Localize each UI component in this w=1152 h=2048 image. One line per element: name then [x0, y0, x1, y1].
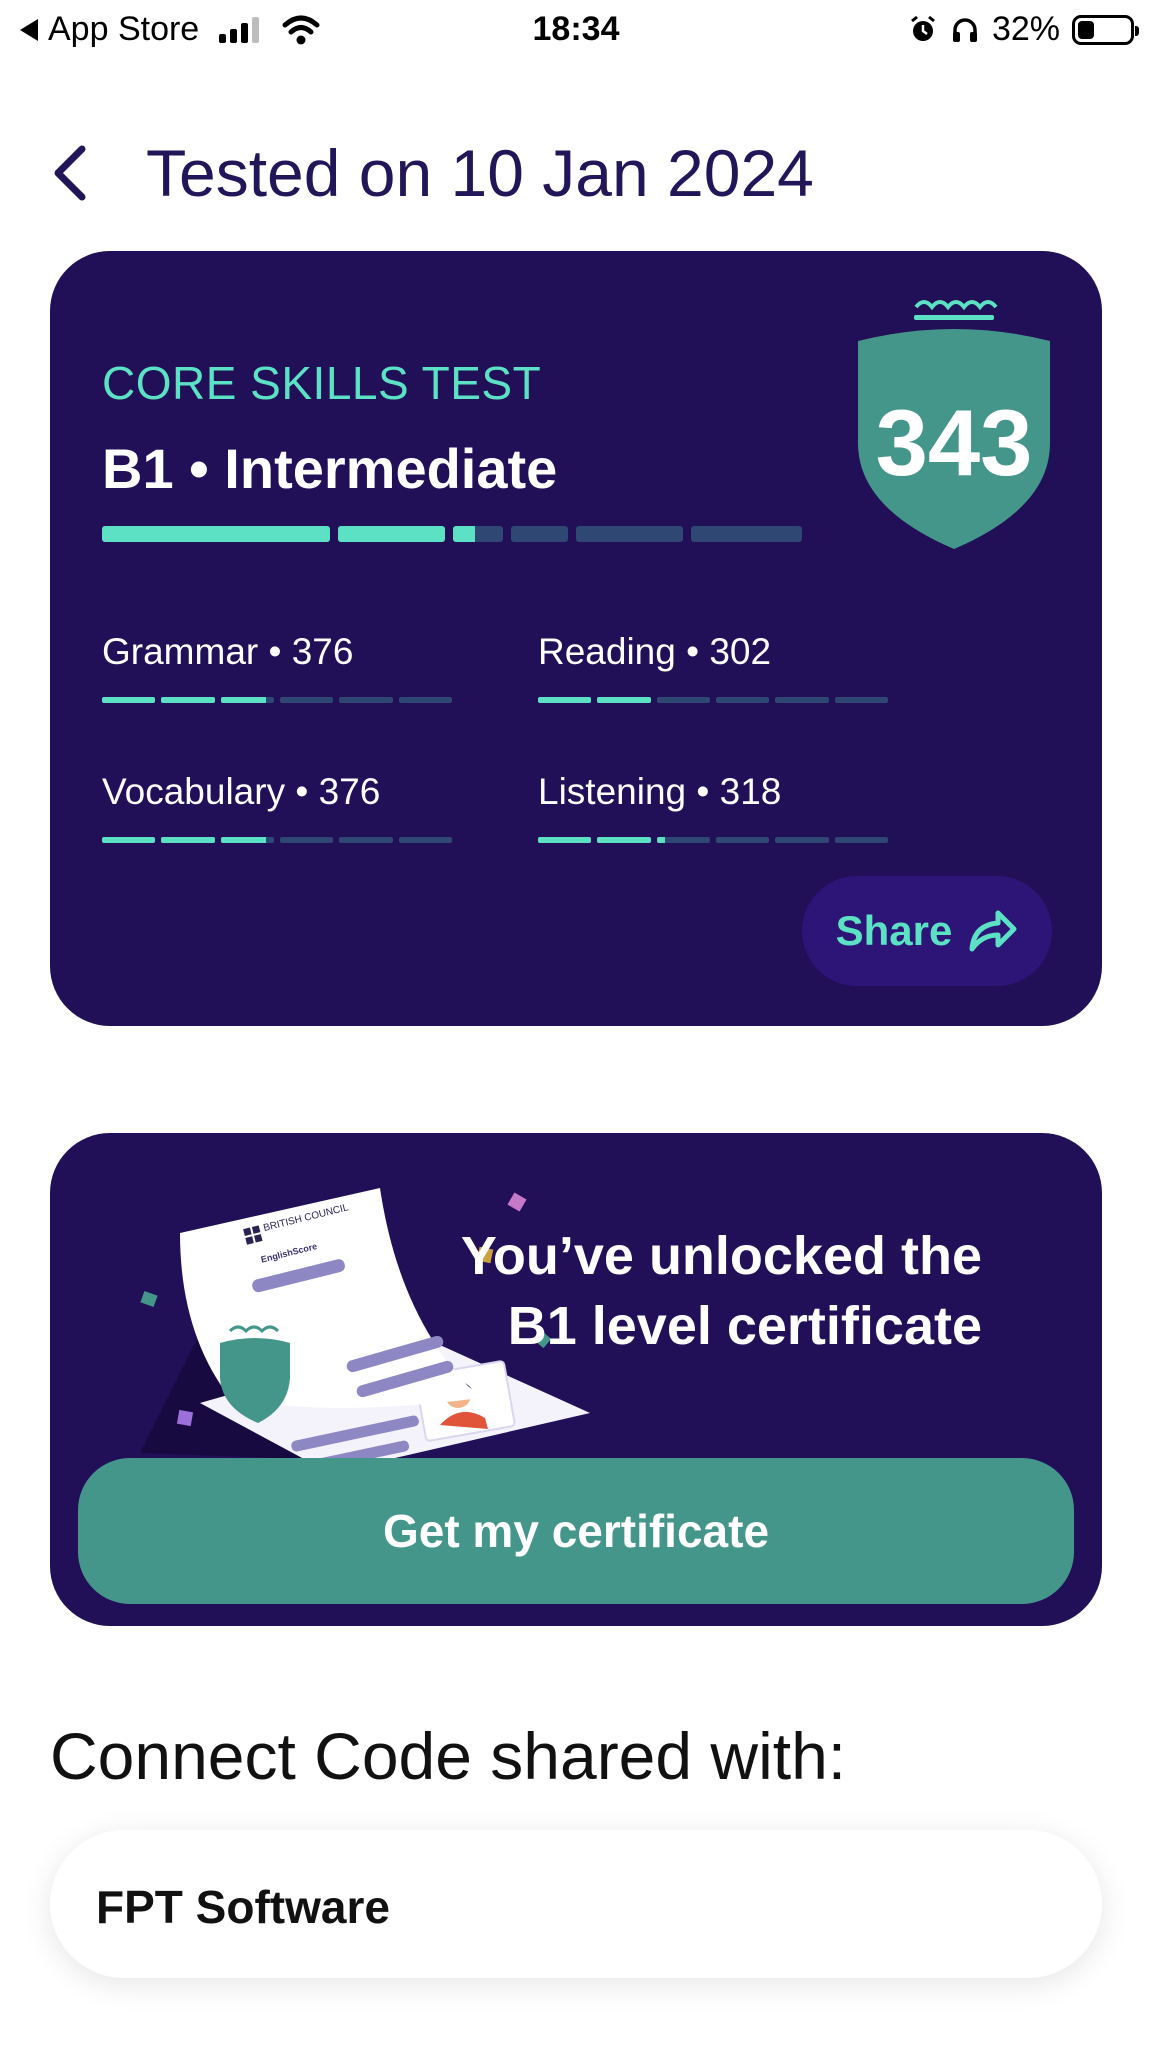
skill-reading: Reading • 302: [538, 631, 888, 703]
skill-progress-segment: [656, 697, 710, 703]
skill-progress-segment: [220, 697, 274, 703]
level-progress-segment: [510, 526, 568, 542]
skill-grammar: Grammar • 376: [102, 631, 452, 703]
skill-progress-segment: [102, 697, 156, 703]
skill-progress-segment: [834, 837, 888, 843]
share-label: Share: [835, 907, 953, 954]
headphones-icon: [952, 17, 977, 42]
share-arrow-icon: [969, 910, 1017, 952]
certificate-card: BRITISH COUNCIL EnglishScore You’ve unlo…: [50, 1133, 1102, 1626]
skill-listening: Listening • 318: [538, 771, 888, 843]
chevron-left-icon: [54, 145, 86, 201]
skill-progress-segment: [279, 697, 334, 703]
skill-progress-segment: [538, 697, 592, 703]
organization-card[interactable]: FPT Software: [50, 1830, 1102, 1978]
get-certificate-label: Get my certificate: [382, 1505, 770, 1557]
share-button[interactable]: Share: [802, 876, 1052, 986]
level-title: B1 • Intermediate: [102, 437, 558, 500]
get-certificate-button[interactable]: Get my certificate: [78, 1458, 1074, 1604]
certificate-unlock-text: You’ve unlocked the B1 level certificate: [460, 1226, 982, 1356]
back-button[interactable]: [40, 143, 100, 203]
skill-vocabulary: Vocabulary • 376: [102, 771, 452, 843]
skill-progress-segment: [597, 837, 651, 843]
skill-progress-segment: [339, 837, 393, 843]
page-title: Tested on 10 Jan 2024: [146, 136, 814, 210]
status-right: 32%: [908, 10, 1139, 49]
skill-progress-segment: [161, 697, 215, 703]
battery-icon: [1072, 14, 1139, 45]
test-type-label: CORE SKILLS TEST: [102, 357, 542, 409]
skill-progress-bar: [538, 697, 888, 703]
connect-heading: Connect Code shared with:: [50, 1719, 847, 1793]
skill-progress-segment: [597, 697, 651, 703]
skill-progress-segment: [715, 697, 770, 703]
skill-progress-segment: [775, 837, 829, 843]
alarm-icon: [911, 15, 935, 41]
level-progress-segment: [102, 526, 330, 542]
level-progress-segment: [691, 526, 802, 542]
organization-name: FPT Software: [96, 1881, 390, 1933]
level-progress-bar: [102, 526, 802, 542]
skill-progress-segment: [775, 697, 829, 703]
score-card: CORE SKILLS TEST B1 • Intermediate 343 G…: [50, 251, 1102, 1026]
skill-progress-segment: [656, 837, 710, 843]
skill-progress-segment: [279, 837, 334, 843]
skill-progress-segment: [102, 837, 156, 843]
skill-label: Reading • 302: [538, 631, 772, 672]
skill-progress-segment: [220, 837, 274, 843]
battery-percent: 32%: [991, 10, 1060, 48]
skill-label: Grammar • 376: [102, 631, 354, 672]
skill-progress-segment: [161, 837, 215, 843]
overall-score: 343: [875, 390, 1033, 495]
skill-progress-segment: [339, 697, 393, 703]
level-progress-segment: [575, 526, 684, 542]
skill-progress-bar: [102, 837, 452, 843]
status-bar: App Store 18:34 32%: [0, 0, 1152, 60]
skill-progress-segment: [398, 697, 452, 703]
skill-label: Vocabulary • 376: [102, 771, 381, 812]
skill-progress-segment: [398, 837, 452, 843]
skill-progress-segment: [715, 837, 770, 843]
page-header: Tested on 10 Jan 2024: [40, 128, 814, 218]
skill-progress-bar: [102, 697, 452, 703]
level-progress-segment: [337, 526, 445, 542]
skill-label: Listening • 318: [538, 771, 782, 812]
skill-progress-segment: [538, 837, 592, 843]
skill-progress-bar: [538, 837, 888, 843]
level-progress-segment: [452, 526, 503, 542]
skill-progress-segment: [834, 697, 888, 703]
